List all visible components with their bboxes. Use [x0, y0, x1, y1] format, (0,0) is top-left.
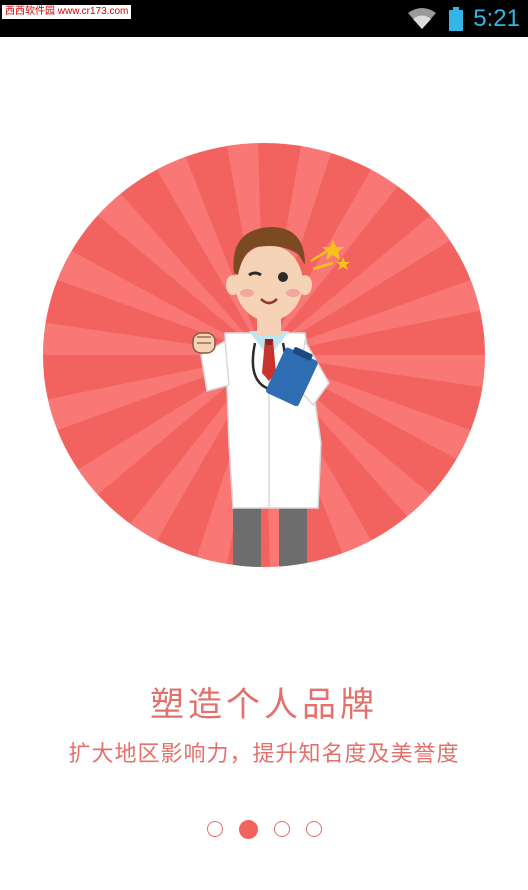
page-dot-4[interactable] — [305, 821, 322, 837]
page-dot-2[interactable] — [238, 819, 258, 839]
doctor-illustration — [43, 143, 485, 567]
page-dot-1[interactable] — [206, 821, 223, 837]
page-dot-3[interactable] — [273, 821, 290, 837]
wifi-icon — [408, 8, 437, 29]
page-indicator[interactable] — [0, 818, 528, 840]
battery-icon — [449, 7, 464, 31]
watermark-label: 西西软件园 www.cr173.com — [2, 5, 132, 19]
status-icons: 5:21 — [407, 4, 520, 34]
onboarding-subtitle: 扩大地区影响力，提升知名度及美誉度 — [68, 742, 460, 767]
status-clock: 5:21 — [473, 5, 520, 32]
onboarding-title: 塑造个人品牌 — [150, 685, 378, 725]
status-bar: 西西软件园 www.cr173.com 5:21 — [0, 0, 528, 37]
